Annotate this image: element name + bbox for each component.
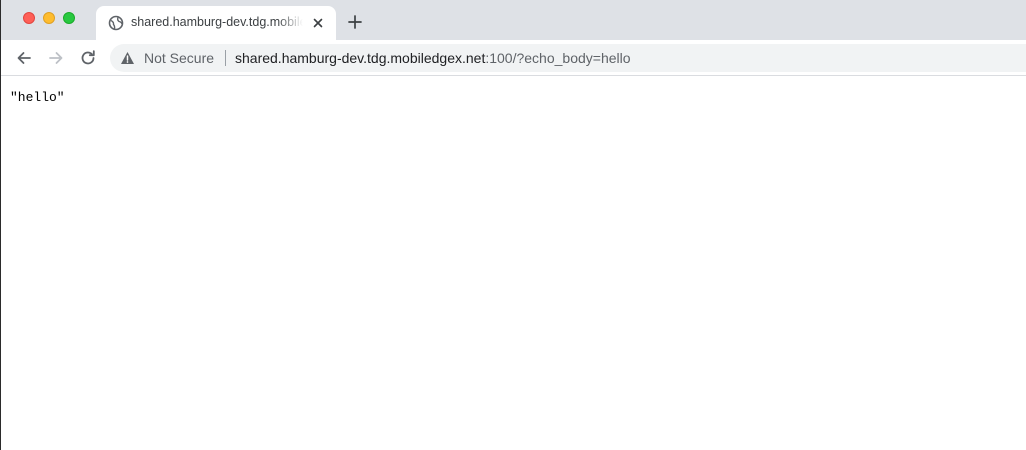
window-maximize-button[interactable] — [63, 12, 75, 24]
tab-strip: shared.hamburg-dev.tdg.mobiledgex.net:10… — [1, 0, 1026, 40]
address-divider — [225, 50, 226, 66]
plus-icon[interactable] — [347, 14, 363, 30]
window-minimize-button[interactable] — [43, 12, 55, 24]
close-icon[interactable] — [310, 15, 326, 31]
page-content: "hello" — [1, 77, 1026, 450]
arrow-right-icon[interactable] — [46, 48, 66, 68]
url-host: shared.hamburg-dev.tdg.mobiledgex.net — [235, 50, 486, 66]
tab-title: shared.hamburg-dev.tdg.mobiledgex.net:10… — [131, 15, 303, 29]
url-path: :100/?echo_body=hello — [485, 50, 631, 66]
warning-triangle-icon[interactable] — [120, 51, 135, 65]
tab-active[interactable]: shared.hamburg-dev.tdg.mobiledgex.net:10… — [96, 6, 336, 40]
window-close-button[interactable] — [23, 12, 35, 24]
response-body-text: "hello" — [10, 90, 65, 105]
reload-icon[interactable] — [78, 48, 98, 68]
globe-icon — [108, 15, 124, 31]
security-label[interactable]: Not Secure — [144, 50, 214, 66]
arrow-left-icon[interactable] — [14, 48, 34, 68]
browser-toolbar: Not Secure shared.hamburg-dev.tdg.mobile… — [1, 40, 1026, 76]
url-text[interactable]: shared.hamburg-dev.tdg.mobiledgex.net:10… — [235, 50, 631, 66]
browser-window: shared.hamburg-dev.tdg.mobiledgex.net:10… — [0, 0, 1026, 450]
address-bar[interactable]: Not Secure shared.hamburg-dev.tdg.mobile… — [110, 44, 1026, 72]
